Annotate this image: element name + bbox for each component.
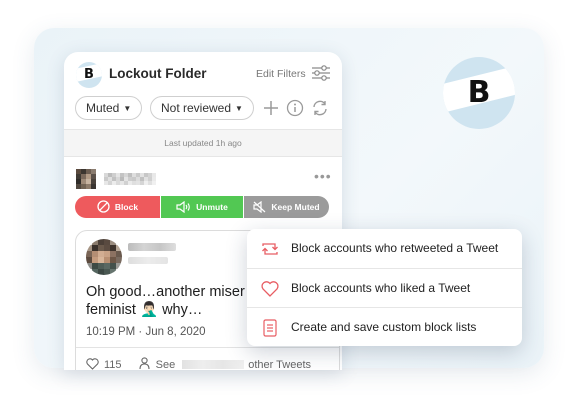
tweet-divider [76, 347, 339, 348]
like-icon[interactable] [86, 358, 99, 370]
muted-speaker-icon [253, 200, 266, 214]
folder-title: Lockout Folder [109, 66, 207, 81]
author-name-redacted [182, 360, 245, 369]
chevron-down-icon: ▼ [235, 104, 243, 113]
heart-icon [261, 281, 279, 297]
menu-item-block-likers[interactable]: Block accounts who liked a Tweet [247, 268, 522, 307]
status-filter-value: Muted [86, 101, 120, 115]
menu-item-custom-lists[interactable]: Create and save custom block lists [247, 307, 522, 346]
sliders-icon[interactable] [312, 65, 330, 81]
edit-filters-link[interactable]: Edit Filters [256, 68, 306, 80]
unmute-button[interactable]: Unmute [161, 196, 243, 218]
review-filter-dropdown[interactable]: Not reviewed ▼ [150, 96, 254, 120]
last-updated-text: Last updated 1h ago [64, 130, 342, 156]
block-label: Block [114, 202, 139, 212]
like-count: 115 [104, 359, 122, 370]
tweet-timestamp: 10:19 PM · Jun 8, 2020 [86, 326, 206, 338]
list-icon [263, 319, 277, 337]
block-icon [97, 200, 110, 213]
tweet-avatar [86, 239, 122, 275]
chevron-down-icon: ▼ [123, 104, 132, 113]
brand-logo: B [443, 57, 515, 129]
other-tweets-link[interactable]: other Tweets [248, 359, 311, 370]
see-label[interactable]: See [156, 359, 176, 370]
more-options-icon[interactable]: ••• [314, 168, 332, 184]
app-logo: B [76, 62, 102, 88]
speaker-icon [176, 200, 190, 214]
menu-item-label: Block accounts who retweeted a Tweet [291, 241, 499, 255]
tweet-author-name-redacted [128, 243, 176, 251]
avatar [76, 169, 96, 189]
refresh-icon[interactable] [310, 98, 330, 118]
tweet-footer: 115 See other Tweets [86, 357, 311, 370]
keep-muted-button[interactable]: Keep Muted [244, 196, 329, 218]
block-button[interactable]: Block [75, 196, 160, 218]
menu-item-block-retweeters[interactable]: Block accounts who retweeted a Tweet [247, 229, 522, 268]
retweet-icon [262, 243, 278, 255]
info-icon[interactable] [285, 98, 305, 118]
keep-muted-label: Keep Muted [271, 202, 320, 212]
person-icon [139, 357, 150, 370]
tweet-author-handle-redacted [128, 257, 168, 264]
review-filter-value: Not reviewed [161, 101, 232, 115]
username-redacted [104, 173, 156, 185]
status-filter-dropdown[interactable]: Muted ▼ [75, 96, 143, 120]
block-options-menu: Block accounts who retweeted a Tweet Blo… [247, 229, 522, 346]
plus-icon[interactable] [261, 98, 281, 118]
unmute-label: Unmute [196, 202, 228, 212]
menu-item-label: Block accounts who liked a Tweet [291, 281, 471, 295]
updated-divider [64, 156, 342, 157]
menu-item-label: Create and save custom block lists [291, 320, 477, 334]
